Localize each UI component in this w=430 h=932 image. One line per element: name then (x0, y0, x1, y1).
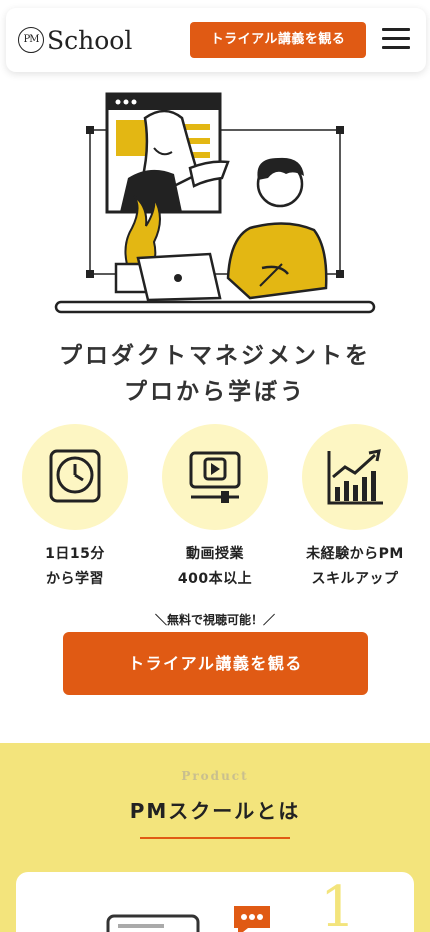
headline-line-1: プロダクトマネジメントを (59, 343, 371, 369)
chat-bubble-icon (234, 906, 270, 932)
product-title: PMスクールとは (129, 799, 301, 823)
product-eyebrow: Product (181, 769, 249, 783)
clock-icon (49, 449, 101, 503)
bar-chart-icon (327, 449, 383, 505)
feature-item-time: 1日15分 から学習 (15, 424, 135, 592)
feature-text-line2: から学習 (46, 571, 104, 587)
hero-headline: プロダクトマネジメントを プロから学ぼう (0, 338, 430, 410)
hero-illustration (50, 88, 380, 320)
video-player-icon (189, 451, 241, 503)
logo-mark: PM (18, 27, 44, 53)
card-number: 1 (320, 875, 356, 932)
title-underline (140, 837, 290, 839)
logo-text: School (47, 25, 133, 55)
feature-text-line1: 1日15分 (45, 546, 105, 562)
feature-item-skillup: 未経験からPM スキルアップ (295, 424, 415, 592)
feature-text-line1: 未経験からPM (306, 546, 404, 562)
product-card: 1 (16, 872, 414, 932)
laptop-icon (106, 914, 200, 932)
feature-text-line2: 400本以上 (177, 571, 253, 587)
feature-text-line1: 動画授業 (186, 546, 244, 562)
product-section: Product PMスクールとは 1 (0, 743, 430, 932)
hamburger-menu-icon[interactable] (382, 28, 410, 52)
headline-line-2: プロから学ぼう (124, 379, 306, 405)
logo[interactable]: PM School (18, 24, 132, 56)
free-note: ＼無料で視聴可能！／ (154, 613, 275, 627)
feature-text-line2: スキルアップ (311, 571, 399, 587)
trial-button[interactable]: トライアル講義を観る (63, 632, 368, 695)
header-trial-button[interactable]: トライアル講義を観る (190, 22, 366, 58)
site-header: PM School トライアル講義を観る (6, 8, 426, 72)
feature-item-videos: 動画授業 400本以上 (155, 424, 275, 592)
feature-list: 1日15分 から学習 動画授業 400本以上 未経験からPM スキルアップ (0, 424, 430, 594)
